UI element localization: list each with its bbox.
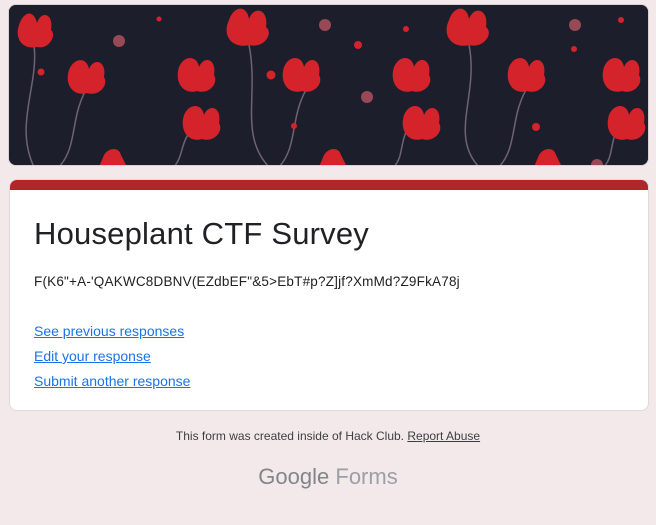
card-accent-bar: [10, 180, 648, 190]
logo-forms-text: Forms: [335, 464, 398, 489]
footer-note-text: This form was created inside of Hack Clu…: [175, 429, 405, 443]
footer-note: This form was created inside of Hack Clu…: [0, 429, 656, 443]
report-abuse-link[interactable]: Report Abuse: [407, 429, 480, 443]
google-forms-logo[interactable]: Google Forms: [0, 464, 656, 490]
see-previous-responses-link[interactable]: See previous responses: [34, 319, 190, 344]
header-banner: [8, 4, 649, 166]
submit-another-response-link[interactable]: Submit another response: [34, 369, 190, 394]
form-card: Houseplant CTF Survey F(K6"+A-'QAKWC8DBN…: [9, 179, 649, 411]
logo-google-text: Google: [258, 464, 330, 489]
response-links: See previous responses Edit your respons…: [34, 319, 190, 394]
floral-pattern-image: [9, 5, 648, 165]
edit-response-link[interactable]: Edit your response: [34, 344, 190, 369]
form-title: Houseplant CTF Survey: [34, 216, 369, 251]
form-description: F(K6"+A-'QAKWC8DBNV(EZdbEF"&5>EbT#p?Z]jf…: [34, 274, 460, 289]
